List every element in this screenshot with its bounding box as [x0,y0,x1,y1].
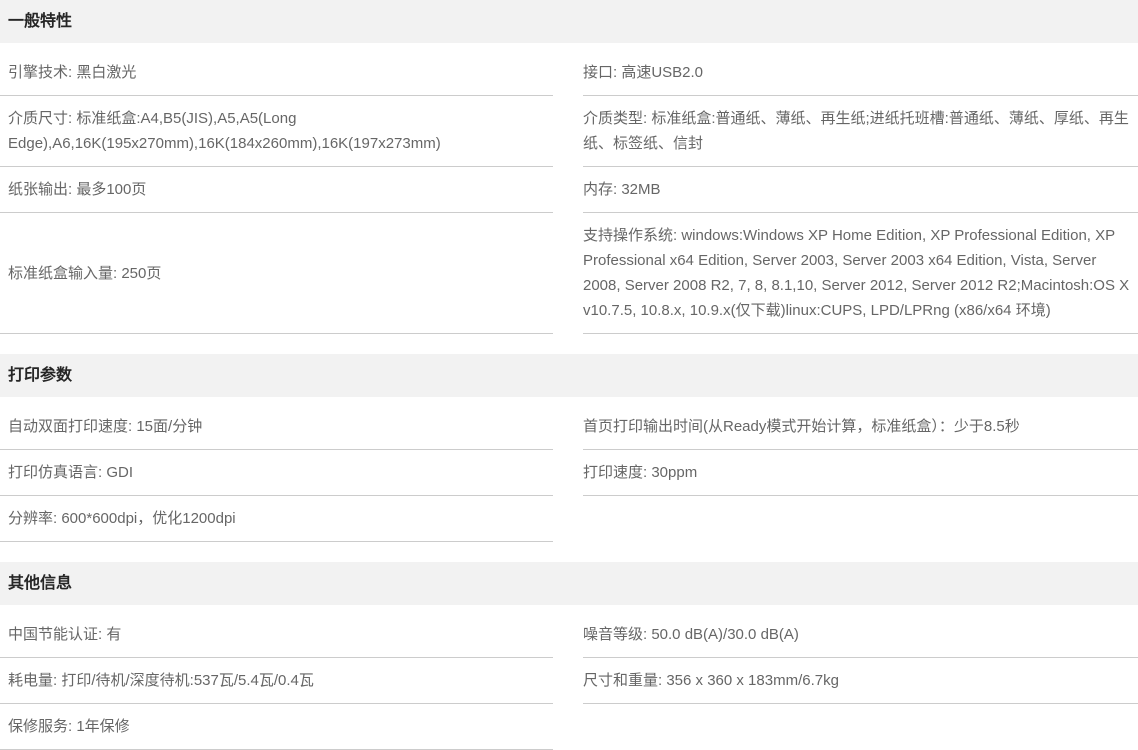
spec-sheet: 一般特性 引擎技术: 黑白激光 接口: 高速USB2.0 介质尺寸: 标准纸盒:… [0,0,1138,750]
spec-cell-right: 打印速度: 30ppm [583,450,1138,496]
spec-row: 自动双面打印速度: 15面/分钟 首页打印输出时间(从Ready模式开始计算，标… [0,404,1138,450]
spec-cell-left: 标准纸盒输入量: 250页 [0,213,553,334]
section-rows: 中国节能认证: 有 噪音等级: 50.0 dB(A)/30.0 dB(A) 耗电… [0,605,1138,750]
spec-cell-right: 介质类型: 标准纸盒:普通纸、薄纸、再生纸;进纸托班槽:普通纸、薄纸、厚纸、再生… [583,96,1138,167]
spec-text-left: 自动双面打印速度: 15面/分钟 [8,414,202,439]
section-rows: 自动双面打印速度: 15面/分钟 首页打印输出时间(从Ready模式开始计算，标… [0,397,1138,542]
spec-row: 引擎技术: 黑白激光 接口: 高速USB2.0 [0,50,1138,96]
spec-text-left: 中国节能认证: 有 [8,622,121,647]
spec-cell-left: 介质尺寸: 标准纸盒:A4,B5(JIS),A5,A5(Long Edge),A… [0,96,553,167]
section-rows: 引擎技术: 黑白激光 接口: 高速USB2.0 介质尺寸: 标准纸盒:A4,B5… [0,43,1138,334]
spec-text-right: 首页打印输出时间(从Ready模式开始计算，标准纸盒）：少于8.5秒 [583,414,1020,439]
spec-row: 打印仿真语言: GDI 打印速度: 30ppm [0,450,1138,496]
spec-cell-left: 分辨率: 600*600dpi，优化1200dpi [0,496,553,542]
spec-text-right: 内存: 32MB [583,177,661,202]
spec-cell-left: 纸张输出: 最多100页 [0,167,553,213]
spec-cell-right: 首页打印输出时间(从Ready模式开始计算，标准纸盒）：少于8.5秒 [583,404,1138,450]
spec-section: 其他信息 中国节能认证: 有 噪音等级: 50.0 dB(A)/30.0 dB(… [0,562,1138,750]
spec-text-right: 介质类型: 标准纸盒:普通纸、薄纸、再生纸;进纸托班槽:普通纸、薄纸、厚纸、再生… [583,106,1138,156]
spec-text-right: 打印速度: 30ppm [583,460,697,485]
section-title: 一般特性 [0,0,1138,43]
spec-row: 介质尺寸: 标准纸盒:A4,B5(JIS),A5,A5(Long Edge),A… [0,96,1138,167]
spec-row: 标准纸盒输入量: 250页 支持操作系统: windows:Windows XP… [0,213,1138,334]
spec-cell-left: 自动双面打印速度: 15面/分钟 [0,404,553,450]
spec-text-left: 打印仿真语言: GDI [8,460,133,485]
spec-row: 纸张输出: 最多100页 内存: 32MB [0,167,1138,213]
spec-text-right: 噪音等级: 50.0 dB(A)/30.0 dB(A) [583,622,799,647]
spec-text-right: 接口: 高速USB2.0 [583,60,703,85]
spec-section: 打印参数 自动双面打印速度: 15面/分钟 首页打印输出时间(从Ready模式开… [0,354,1138,542]
spec-text-right: 尺寸和重量: 356 x 360 x 183mm/6.7kg [583,668,839,693]
section-title: 其他信息 [0,562,1138,605]
spec-cell-right [583,704,1138,750]
section-title: 打印参数 [0,354,1138,397]
spec-text-right: 支持操作系统: windows:Windows XP Home Edition,… [583,223,1138,323]
spec-cell-left: 中国节能认证: 有 [0,612,553,658]
spec-cell-right: 内存: 32MB [583,167,1138,213]
spec-text-left: 引擎技术: 黑白激光 [8,60,136,85]
spec-cell-left: 保修服务: 1年保修 [0,704,553,750]
spec-text-left: 介质尺寸: 标准纸盒:A4,B5(JIS),A5,A5(Long Edge),A… [8,106,553,156]
spec-cell-left: 引擎技术: 黑白激光 [0,50,553,96]
spec-text-left: 标准纸盒输入量: 250页 [8,261,161,286]
spec-row: 保修服务: 1年保修 [0,704,1138,750]
spec-text-left: 分辨率: 600*600dpi，优化1200dpi [8,506,236,531]
spec-row: 分辨率: 600*600dpi，优化1200dpi [0,496,1138,542]
spec-cell-right [583,496,1138,542]
spec-text-left: 纸张输出: 最多100页 [8,177,146,202]
spec-cell-right: 噪音等级: 50.0 dB(A)/30.0 dB(A) [583,612,1138,658]
spec-cell-left: 打印仿真语言: GDI [0,450,553,496]
spec-text-left: 耗电量: 打印/待机/深度待机:537瓦/5.4瓦/0.4瓦 [8,668,314,693]
spec-section: 一般特性 引擎技术: 黑白激光 接口: 高速USB2.0 介质尺寸: 标准纸盒:… [0,0,1138,334]
spec-cell-left: 耗电量: 打印/待机/深度待机:537瓦/5.4瓦/0.4瓦 [0,658,553,704]
spec-cell-right: 接口: 高速USB2.0 [583,50,1138,96]
spec-text-left: 保修服务: 1年保修 [8,714,130,739]
spec-cell-right: 尺寸和重量: 356 x 360 x 183mm/6.7kg [583,658,1138,704]
spec-cell-right: 支持操作系统: windows:Windows XP Home Edition,… [583,213,1138,334]
spec-row: 耗电量: 打印/待机/深度待机:537瓦/5.4瓦/0.4瓦 尺寸和重量: 35… [0,658,1138,704]
spec-row: 中国节能认证: 有 噪音等级: 50.0 dB(A)/30.0 dB(A) [0,612,1138,658]
